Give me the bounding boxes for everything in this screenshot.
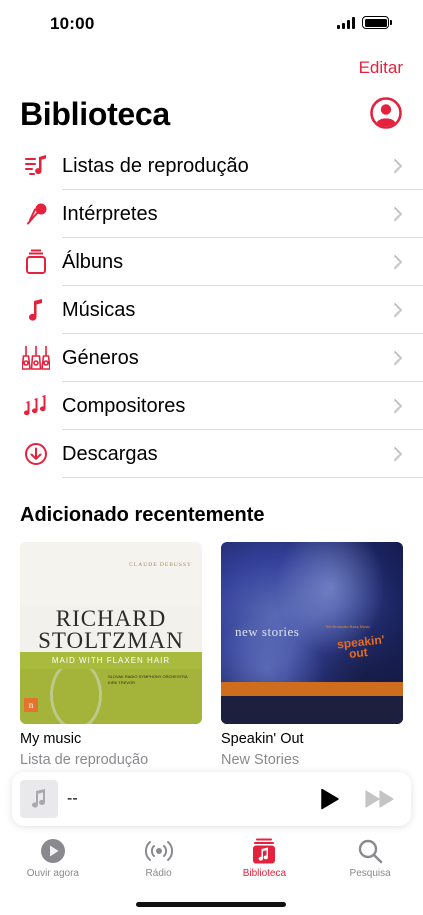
library-item-albums[interactable]: Álbuns — [20, 238, 423, 286]
tab-label: Rádio — [145, 868, 172, 879]
artwork-text: out — [348, 645, 369, 661]
tab-search[interactable]: Pesquisa — [317, 836, 423, 879]
radio-broadcast-icon — [144, 836, 174, 866]
library-item-label: Músicas — [62, 298, 136, 321]
label-logo: n — [24, 698, 38, 712]
tab-bar-items: Ouvir agora Rádio Biblioteca Pesquisa — [0, 836, 423, 879]
library-list: Listas de reprodução Intérpretes Álbuns … — [20, 142, 423, 478]
album-card[interactable]: Ted Brancato Bass Music new stories spea… — [221, 542, 403, 768]
album-title: My music — [20, 731, 82, 747]
library-item-label: Descargas — [62, 442, 158, 465]
tab-label: Pesquisa — [349, 868, 391, 879]
chevron-right-icon — [394, 399, 402, 413]
chevron-right-icon — [394, 159, 402, 173]
play-icon[interactable] — [318, 788, 340, 810]
download-icon — [20, 430, 52, 478]
tab-radio[interactable]: Rádio — [106, 836, 212, 879]
library-item-label: Compositores — [62, 394, 186, 417]
section-title-recently-added: Adicionado recentemente — [20, 504, 265, 526]
chevron-right-icon — [394, 207, 402, 221]
edit-button[interactable]: Editar — [359, 58, 403, 78]
mini-player-artwork — [20, 780, 58, 818]
mini-player[interactable]: -- — [12, 772, 411, 826]
tab-label: Biblioteca — [242, 868, 287, 879]
microphone-icon — [20, 190, 52, 238]
artwork-text: STOLTZMAN — [38, 628, 184, 653]
home-indicator[interactable] — [136, 902, 286, 907]
mini-player-title: -- — [67, 790, 78, 807]
artwork-text: CLAUDE DEBUSSY — [129, 562, 192, 568]
battery-icon — [362, 16, 392, 29]
album-card[interactable]: CLAUDE DEBUSSY RICHARD STOLTZMAN MAID WI… — [20, 542, 202, 768]
chevron-right-icon — [394, 447, 402, 461]
status-time: 10:00 — [50, 14, 95, 33]
tab-label: Ouvir agora — [26, 868, 79, 879]
album-artwork: Ted Brancato Bass Music new stories spea… — [221, 542, 403, 724]
page-title: Biblioteca — [20, 96, 170, 132]
library-item-label: Intérpretes — [62, 202, 158, 225]
chevron-right-icon — [394, 255, 402, 269]
library-item-songs[interactable]: Músicas — [20, 286, 423, 334]
library-item-genres[interactable]: Géneros — [20, 334, 423, 382]
notes-icon — [20, 382, 52, 430]
library-item-label: Géneros — [62, 346, 139, 369]
library-icon — [252, 836, 276, 866]
album-artwork: CLAUDE DEBUSSY RICHARD STOLTZMAN MAID WI… — [20, 542, 202, 724]
library-item-playlists[interactable]: Listas de reprodução — [20, 142, 423, 190]
account-icon[interactable] — [370, 97, 402, 129]
music-note-icon — [32, 789, 45, 808]
chevron-right-icon — [394, 351, 402, 365]
separator — [62, 477, 423, 478]
library-item-artists[interactable]: Intérpretes — [20, 190, 423, 238]
tab-library[interactable]: Biblioteca — [212, 836, 318, 879]
artwork-text: new stories — [235, 624, 300, 639]
playlist-icon — [20, 142, 52, 190]
play-circle-icon — [40, 836, 66, 866]
library-item-downloads[interactable]: Descargas — [20, 430, 423, 478]
status-bar: 10:00 — [0, 0, 423, 52]
tab-listen-now[interactable]: Ouvir agora — [0, 836, 106, 879]
chevron-right-icon — [394, 303, 402, 317]
guitars-icon — [20, 334, 52, 382]
artwork-text: MAID WITH FLAXEN HAIR — [20, 652, 202, 669]
album-subtitle: New Stories — [221, 752, 300, 768]
album-title: Speakin' Out — [221, 731, 304, 747]
album-subtitle: Lista de reprodução — [20, 752, 149, 768]
album-stack-icon — [20, 238, 52, 286]
cellular-signal-icon — [337, 16, 355, 29]
artwork-text: SLOVAK RADIO SYMPHONY ORCHESTRA KIRK TRE… — [108, 674, 188, 685]
fast-forward-icon[interactable] — [365, 789, 395, 809]
status-icons — [337, 16, 392, 29]
search-icon — [357, 836, 383, 866]
music-note-icon — [20, 286, 52, 334]
library-item-label: Álbuns — [62, 250, 124, 273]
library-item-composers[interactable]: Compositores — [20, 382, 423, 430]
artwork-text: Ted Brancato Bass Music — [325, 624, 371, 629]
library-item-label: Listas de reprodução — [62, 154, 249, 177]
